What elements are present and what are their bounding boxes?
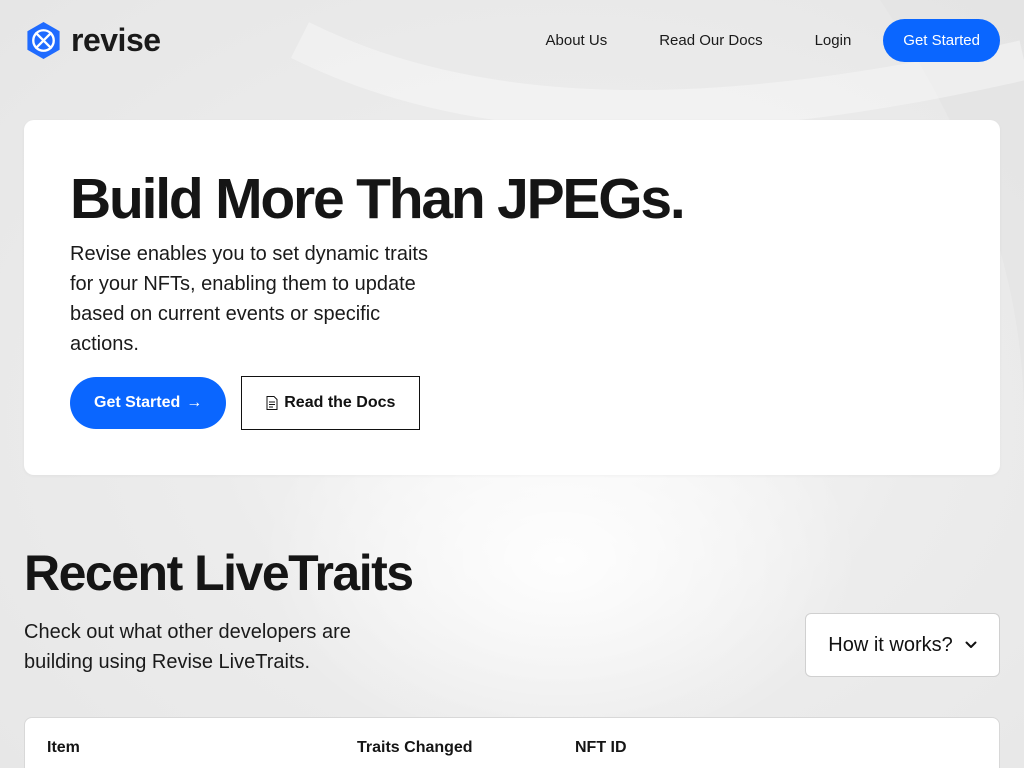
how-it-works-label: How it works? [828,633,953,656]
column-header-nft-id: NFT ID [575,739,627,756]
how-it-works-button[interactable]: How it works? [805,613,1000,677]
top-navigation: revise About Us Read Our Docs Login Get … [24,18,1000,62]
read-docs-label: Read the Docs [284,394,396,411]
chevron-down-icon [965,641,977,648]
brand-name: revise [71,22,161,58]
get-started-button[interactable]: Get Started → [70,377,227,429]
column-header-item: Item [47,739,80,756]
nav-links: About Us Read Our Docs Login Get Started [546,18,1000,62]
hero-actions: Get Started → Read the Docs [70,376,421,430]
nav-get-started-button[interactable]: Get Started [883,18,1000,62]
column-header-traits-changed: Traits Changed [357,739,473,756]
revise-logo-icon [27,21,60,59]
read-docs-button[interactable]: Read the Docs [241,376,421,430]
hero-title: Build More Than JPEGs. [70,167,686,231]
brand[interactable]: revise [24,21,161,60]
hero-card: Build More Than JPEGs. Revise enables yo… [24,120,1000,475]
recent-livetraits-description: Check out what other developers are buil… [24,621,351,673]
hero-description: Revise enables you to set dynamic traits… [70,243,428,355]
document-icon [266,396,278,410]
nav-about-link[interactable]: About Us [546,32,608,49]
arrow-right-icon: → [186,394,203,411]
get-started-label: Get Started [94,394,181,411]
nav-login-link[interactable]: Login [815,32,852,49]
livetraits-table: Item Traits Changed NFT ID [24,717,1000,768]
nav-docs-link[interactable]: Read Our Docs [659,32,762,49]
recent-livetraits-title: Recent LiveTraits [24,545,414,601]
